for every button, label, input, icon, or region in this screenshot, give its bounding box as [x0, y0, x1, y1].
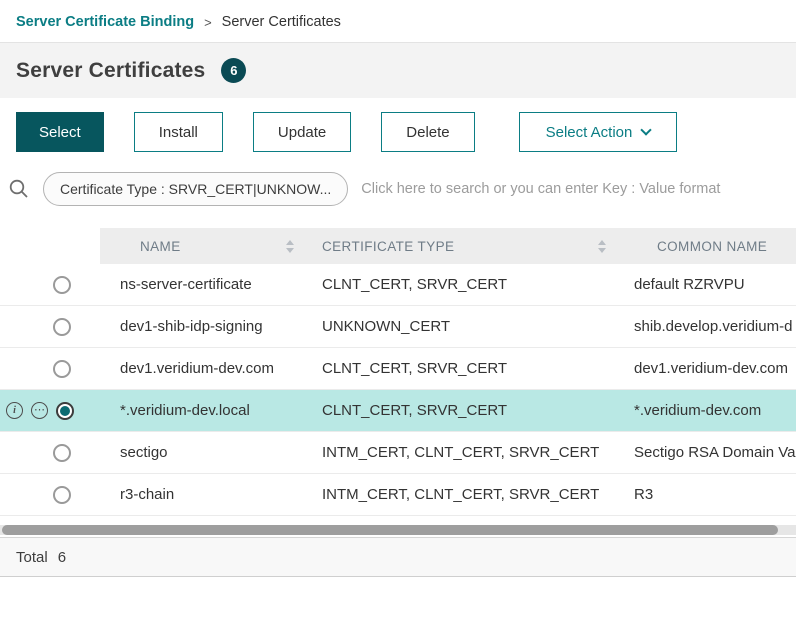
total-bar: Total 6	[0, 537, 796, 577]
cell-name: *.veridium-dev.local	[100, 402, 322, 419]
cell-common-name: dev1.veridium-dev.com	[634, 360, 796, 377]
select-button[interactable]: Select	[16, 112, 104, 152]
row-radio-checked[interactable]	[56, 402, 74, 420]
certificates-table: NAME CERTIFICATE TYPE COMMON NAME ns-ser…	[0, 228, 796, 516]
breadcrumb: Server Certificate Binding > Server Cert…	[0, 0, 796, 43]
row-radio[interactable]	[53, 444, 71, 462]
select-action-label: Select Action	[546, 124, 633, 141]
sort-icon	[598, 240, 606, 253]
select-action-button[interactable]: Select Action	[519, 112, 678, 152]
cell-certificate-type: INTM_CERT, CLNT_CERT, SRVR_CERT	[322, 444, 634, 461]
total-label: Total	[16, 549, 48, 566]
table-row: dev1-shib-idp-signing UNKNOWN_CERT shib.…	[0, 306, 796, 348]
cell-name: dev1-shib-idp-signing	[100, 318, 322, 335]
cell-common-name: R3	[634, 486, 796, 503]
filter-chip-certificate-type[interactable]: Certificate Type : SRVR_CERT|UNKNOW...	[43, 172, 348, 206]
table-header-row: NAME CERTIFICATE TYPE COMMON NAME	[0, 228, 796, 264]
column-header-name[interactable]: NAME	[100, 228, 322, 264]
count-badge: 6	[221, 58, 246, 83]
search-input[interactable]	[361, 181, 780, 197]
cell-name: r3-chain	[100, 486, 322, 503]
cell-name: sectigo	[100, 444, 322, 461]
cell-certificate-type: CLNT_CERT, SRVR_CERT	[322, 360, 634, 377]
install-button[interactable]: Install	[134, 112, 223, 152]
search-icon	[8, 178, 30, 200]
row-radio[interactable]	[53, 318, 71, 336]
page-title: Server Certificates	[16, 59, 205, 83]
table-row: ns-server-certificate CLNT_CERT, SRVR_CE…	[0, 264, 796, 306]
horizontal-scrollbar[interactable]	[0, 525, 796, 535]
row-radio[interactable]	[53, 486, 71, 504]
table-row: dev1.veridium-dev.com CLNT_CERT, SRVR_CE…	[0, 348, 796, 390]
chevron-down-icon	[641, 124, 652, 135]
table-row-selected: i ⋯ *.veridium-dev.local CLNT_CERT, SRVR…	[0, 390, 796, 432]
delete-button[interactable]: Delete	[381, 112, 474, 152]
cell-common-name: Sectigo RSA Domain Va	[634, 444, 796, 461]
table-row: r3-chain INTM_CERT, CLNT_CERT, SRVR_CERT…	[0, 474, 796, 516]
table-row: sectigo INTM_CERT, CLNT_CERT, SRVR_CERT …	[0, 432, 796, 474]
cell-name: dev1.veridium-dev.com	[100, 360, 322, 377]
row-radio[interactable]	[53, 360, 71, 378]
cell-common-name: default RZRVPU	[634, 276, 796, 293]
info-icon[interactable]: i	[6, 402, 23, 419]
breadcrumb-current: Server Certificates	[222, 14, 341, 30]
cell-certificate-type: CLNT_CERT, SRVR_CERT	[322, 276, 634, 293]
header-select-column	[0, 228, 100, 264]
toolbar: Select Install Update Delete Select Acti…	[0, 98, 796, 164]
cell-name: ns-server-certificate	[100, 276, 322, 293]
cell-certificate-type: CLNT_CERT, SRVR_CERT	[322, 402, 634, 419]
cell-common-name: *.veridium-dev.com	[634, 402, 796, 419]
row-radio[interactable]	[53, 276, 71, 294]
cell-common-name: shib.develop.veridium-d	[634, 318, 796, 335]
update-button[interactable]: Update	[253, 112, 351, 152]
cell-certificate-type: UNKNOWN_CERT	[322, 318, 634, 335]
scrollbar-thumb[interactable]	[2, 525, 778, 535]
column-header-certificate-type[interactable]: CERTIFICATE TYPE	[322, 228, 634, 264]
ellipsis-menu-icon[interactable]: ⋯	[31, 402, 48, 419]
sort-icon	[286, 240, 294, 253]
breadcrumb-separator: >	[204, 15, 212, 30]
title-band: Server Certificates 6	[0, 43, 796, 98]
cell-certificate-type: INTM_CERT, CLNT_CERT, SRVR_CERT	[322, 486, 634, 503]
column-header-common-name[interactable]: COMMON NAME	[634, 228, 796, 264]
total-value: 6	[58, 549, 66, 566]
breadcrumb-link-server-certificate-binding[interactable]: Server Certificate Binding	[16, 14, 194, 30]
search-bar: Certificate Type : SRVR_CERT|UNKNOW...	[0, 164, 796, 222]
